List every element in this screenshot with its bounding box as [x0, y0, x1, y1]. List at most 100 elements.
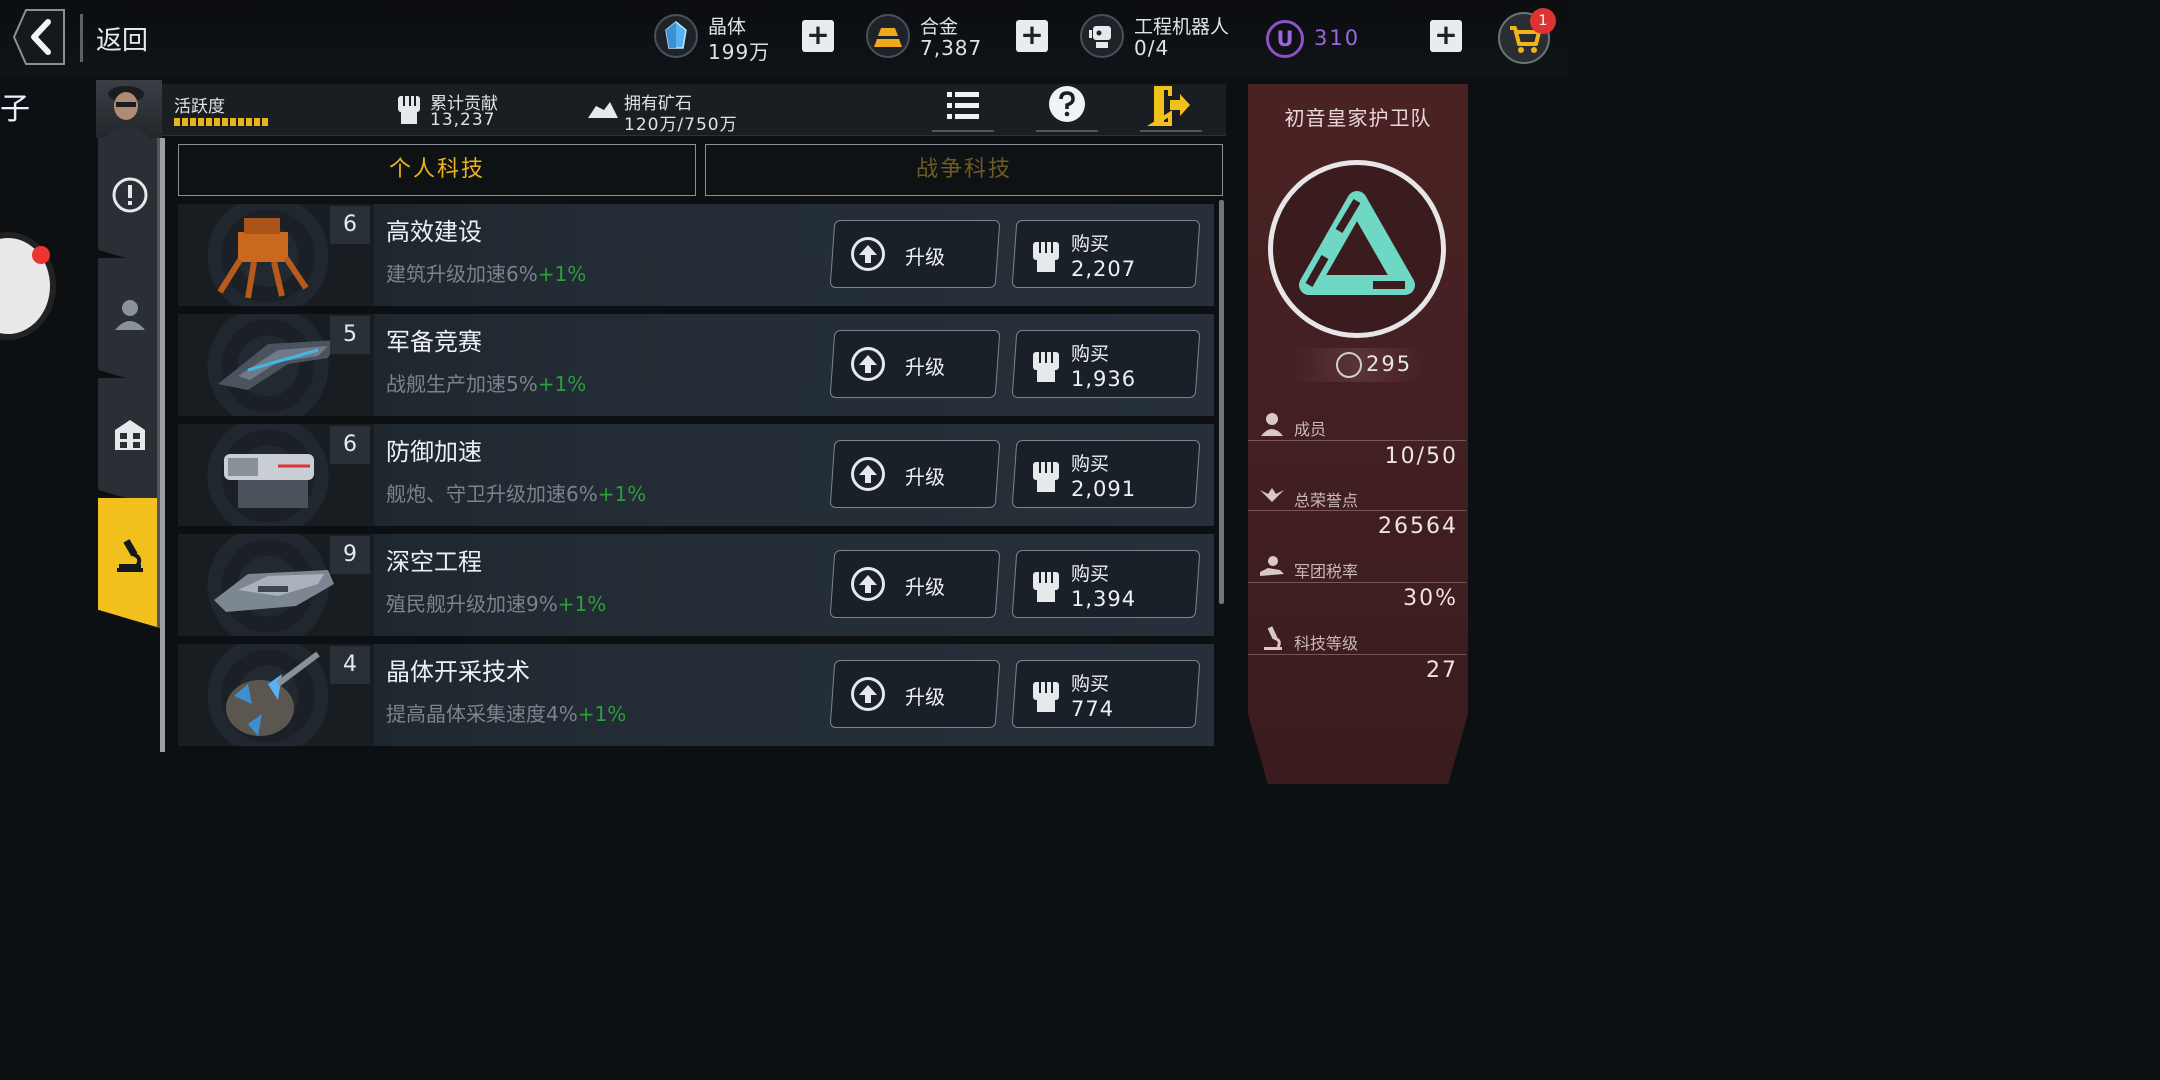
buy-button[interactable]: 购买 2,207	[1011, 220, 1201, 288]
upgrade-arrow-icon	[851, 567, 885, 601]
guild-stats-strip: 活跃度 累计贡献 13,237 拥有矿石 120万/750万	[96, 80, 1226, 138]
activity-bar	[174, 118, 268, 126]
add-u-coin-button[interactable]: +	[1430, 20, 1462, 52]
fist-icon	[1029, 458, 1063, 494]
tech-level: 4	[330, 646, 370, 684]
list-button[interactable]	[932, 84, 994, 132]
tech-bonus: +1%	[577, 702, 627, 726]
tab-war-tech[interactable]: 战争科技	[705, 144, 1223, 196]
guild-emblem-icon	[1299, 191, 1415, 295]
tech-description: 舰炮、守卫升级加速6%+1%	[386, 478, 646, 507]
tech-effect: 建筑升级加速6%	[386, 262, 538, 286]
tax-value: 30%	[1403, 586, 1458, 611]
upgrade-button[interactable]: 升级	[829, 440, 1001, 508]
tech-effect: 舰炮、守卫升级加速6%	[386, 482, 598, 506]
tech-description: 提高晶体采集速度4%+1%	[386, 698, 626, 727]
tech-bonus: +1%	[537, 372, 587, 396]
notification-dot	[32, 246, 50, 264]
guild-emblem[interactable]	[1268, 160, 1446, 338]
fist-icon	[1029, 678, 1063, 714]
list-icon	[947, 92, 979, 119]
upgrade-label: 升级	[905, 465, 945, 489]
tab-tech[interactable]	[98, 498, 160, 628]
crystal-icon	[654, 14, 698, 58]
tab-personal-tech[interactable]: 个人科技	[178, 144, 696, 196]
list-item: 6 高效建设 建筑升级加速6%+1% 升级 购买 2,207	[178, 204, 1214, 306]
buy-label: 购买	[1071, 563, 1110, 585]
upgrade-arrow-icon	[851, 677, 885, 711]
tech-description: 殖民舰升级加速9%+1%	[386, 588, 606, 617]
upgrade-label: 升级	[905, 245, 945, 269]
exit-door-icon	[1147, 86, 1190, 126]
buy-price: 1,394	[1071, 587, 1137, 611]
honor-value: 26564	[1378, 514, 1458, 539]
offscreen-name-text: 子	[0, 92, 30, 127]
alloy-name: 合金	[920, 16, 959, 38]
tech-bonus: +1%	[537, 262, 587, 286]
tech-level: 6	[330, 426, 370, 464]
back-label[interactable]: 返回	[96, 20, 148, 57]
avatar[interactable]	[96, 80, 162, 138]
buy-button[interactable]: 购买 1,394	[1011, 550, 1201, 618]
honor-label: 总荣誉点	[1294, 491, 1359, 510]
divider	[1248, 510, 1466, 511]
tech-effect: 战舰生产加速5%	[386, 372, 538, 396]
medal-icon	[1336, 352, 1362, 378]
upgrade-label: 升级	[905, 575, 945, 599]
upgrade-arrow-icon	[851, 237, 885, 271]
tech-level-value: 27	[1426, 658, 1458, 683]
buy-button[interactable]: 购买 2,091	[1011, 440, 1201, 508]
activity-label: 活跃度	[174, 97, 225, 117]
buy-button[interactable]: 购买 1,936	[1011, 330, 1201, 398]
buy-label: 购买	[1071, 343, 1110, 365]
tech-level-label: 科技等级	[1294, 634, 1359, 653]
tab-base[interactable]	[98, 378, 160, 508]
buy-label: 购买	[1071, 453, 1110, 475]
back-button[interactable]	[12, 8, 66, 66]
list-item: 5 军备竞赛 战舰生产加速5%+1% 升级 购买 1,936	[178, 314, 1214, 416]
buy-button[interactable]: 购买 774	[1011, 660, 1201, 728]
guild-score: 295	[1290, 348, 1426, 382]
engineer-robot-resource: 工程机器人 0/4	[1080, 10, 1250, 68]
add-alloy-button[interactable]: +	[1016, 20, 1048, 52]
divider	[1248, 654, 1466, 655]
divider	[80, 14, 83, 62]
tech-effect: 殖民舰升级加速9%	[386, 592, 558, 616]
tech-bonus: +1%	[597, 482, 647, 506]
tech-title: 深空工程	[386, 548, 482, 576]
upgrade-button[interactable]: 升级	[829, 330, 1001, 398]
contribution-value: 13,237	[430, 110, 496, 130]
upgrade-button[interactable]: 升级	[829, 220, 1001, 288]
alloy-resource: 合金 7,387	[866, 10, 1016, 68]
u-coin-icon: U	[1266, 20, 1304, 58]
crystal-name: 晶体	[708, 16, 747, 38]
tab-notice[interactable]	[98, 138, 160, 268]
buy-price: 774	[1071, 697, 1115, 721]
robot-name: 工程机器人	[1134, 16, 1230, 38]
upgrade-label: 升级	[905, 685, 945, 709]
upgrade-button[interactable]: 升级	[829, 550, 1001, 618]
list-item: 4 晶体开采技术 提高晶体采集速度4%+1% 升级 购买 774	[178, 644, 1214, 746]
fist-icon	[1029, 348, 1063, 384]
members-value: 10/50	[1384, 444, 1458, 469]
help-button[interactable]	[1036, 84, 1098, 132]
list-scrollbar[interactable]	[1219, 200, 1224, 604]
top-bar: 返回 晶体 199万 + 合金 7,387 + 工程机器人 0/4 U 310 …	[0, 0, 1568, 78]
add-crystal-button[interactable]: +	[802, 20, 834, 52]
list-item: 6 防御加速 舰炮、守卫升级加速6%+1% 升级 购买 2,091	[178, 424, 1214, 526]
ore-value: 120万/750万	[624, 115, 738, 135]
robot-value: 0/4	[1134, 36, 1170, 60]
upgrade-arrow-icon	[851, 347, 885, 381]
tech-description: 战舰生产加速5%+1%	[386, 368, 586, 397]
leave-guild-button[interactable]	[1140, 84, 1202, 132]
tech-level: 9	[330, 536, 370, 574]
fist-icon	[394, 92, 424, 126]
tab-members[interactable]	[98, 258, 160, 388]
guild-name: 初音皇家护卫队	[1284, 106, 1432, 130]
tech-list: 6 高效建设 建筑升级加速6%+1% 升级 购买 2,207 5 军备竞赛 战舰…	[178, 204, 1216, 752]
microscope-icon	[117, 539, 143, 572]
upgrade-button[interactable]: 升级	[829, 660, 1001, 728]
members-icon	[1261, 413, 1283, 436]
divider	[1248, 440, 1466, 441]
tech-bonus: +1%	[557, 592, 607, 616]
